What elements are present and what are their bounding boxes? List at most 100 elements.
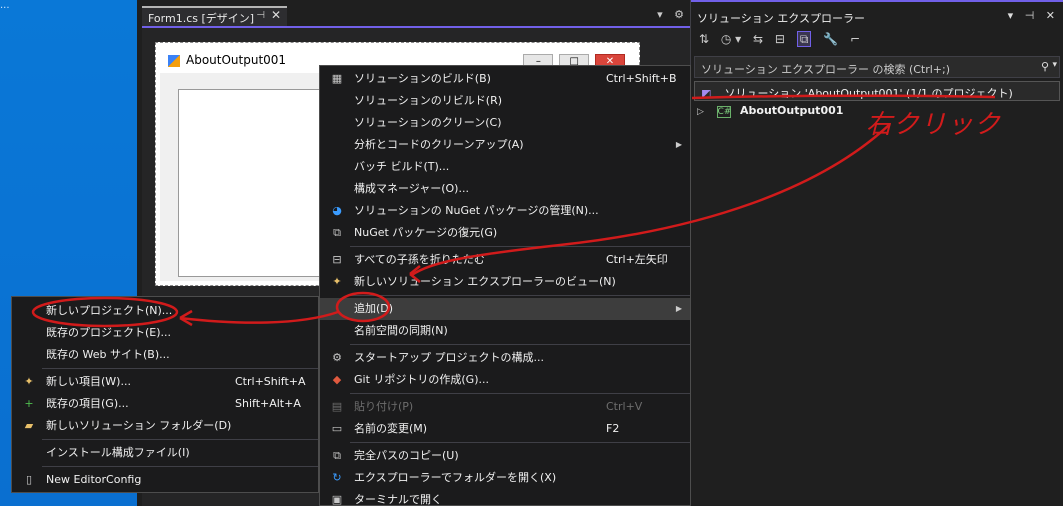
menu-item-configuration-manager[interactable]: 構成マネージャー(O)... bbox=[320, 178, 690, 200]
file-icon: ▯ bbox=[25, 473, 33, 486]
menu-item-label: 追加(D) bbox=[354, 302, 394, 315]
solution-explorer-header: ソリューション エクスプローラー ▾ ⊣ ✕ bbox=[691, 0, 1063, 28]
menu-item-startup-projects[interactable]: ⚙ スタートアップ プロジェクトの構成... bbox=[320, 347, 690, 369]
menu-item-shortcut: Ctrl+V bbox=[606, 400, 643, 413]
menu-item-create-git-repo[interactable]: ◆ Git リポジトリの作成(G)... bbox=[320, 369, 690, 391]
menu-item-batch-build[interactable]: バッチ ビルド(T)... bbox=[320, 156, 690, 178]
menu-item-label: ソリューションの NuGet パッケージの管理(N)... bbox=[354, 204, 599, 217]
menu-item-label: ソリューションのビルド(B) bbox=[354, 72, 491, 85]
menu-item-label: インストール構成ファイル(I) bbox=[46, 446, 190, 459]
menu-separator bbox=[350, 295, 690, 296]
document-tab-strip: Form1.cs [デザイン] ⊣ ✕ ▾ ⚙ bbox=[137, 6, 690, 26]
wrench-icon[interactable]: 🔧 bbox=[823, 32, 838, 46]
solution-icon: ◩ bbox=[701, 87, 712, 100]
build-icon: ▦ bbox=[331, 72, 343, 85]
menu-separator bbox=[350, 344, 690, 345]
open-folder-icon: ↻ bbox=[332, 471, 342, 484]
menu-item-label: 新しいプロジェクト(N)... bbox=[46, 304, 173, 317]
menu-item-new-editorconfig[interactable]: ▯ New EditorConfig bbox=[12, 469, 318, 491]
menu-item-new-item[interactable]: ✦ 新しい項目(W)... Ctrl+Shift+A bbox=[12, 371, 318, 393]
existing-item-icon: + bbox=[24, 397, 34, 410]
desktop-corner-text: ... bbox=[0, 0, 10, 11]
tab-form1-design[interactable]: Form1.cs [デザイン] ⊣ ✕ bbox=[142, 6, 287, 26]
form-title: AboutOutput001 bbox=[186, 53, 287, 67]
add-submenu: 新しいプロジェクト(N)... 既存のプロジェクト(E)... 既存の Web … bbox=[11, 296, 319, 493]
menu-separator bbox=[42, 368, 318, 369]
menu-item-paste[interactable]: ▤ 貼り付け(P) Ctrl+V bbox=[320, 396, 690, 418]
sync-icon[interactable]: ⇆ bbox=[753, 32, 763, 46]
menu-item-label: Git リポジトリの作成(G)... bbox=[354, 373, 489, 386]
menu-item-label: ソリューションのクリーン(C) bbox=[354, 116, 502, 129]
terminal-icon: ▣ bbox=[331, 493, 343, 506]
menu-item-label: 新しい項目(W)... bbox=[46, 375, 131, 388]
menu-item-install-config[interactable]: インストール構成ファイル(I) bbox=[12, 442, 318, 464]
menu-separator bbox=[350, 393, 690, 394]
nuget-icon: ◕ bbox=[332, 204, 342, 217]
search-options-icon[interactable]: ▾ bbox=[1052, 60, 1057, 70]
menu-item-new-explorer-view[interactable]: ✦ 新しいソリューション エクスプローラーのビュー(N) bbox=[320, 271, 690, 293]
tree-item-solution[interactable]: ◩ ソリューション 'AboutOutput001' (1/1 のプロジェクト) bbox=[694, 81, 1060, 101]
menu-separator bbox=[350, 442, 690, 443]
menu-item-label: 既存の Web サイト(B)... bbox=[46, 348, 170, 361]
submenu-arrow-icon: ▶ bbox=[675, 304, 682, 313]
menu-item-label: スタートアップ プロジェクトの構成... bbox=[354, 351, 544, 364]
menu-item-shortcut: F2 bbox=[606, 422, 620, 435]
gear-icon: ⚙ bbox=[332, 351, 342, 364]
expand-arrow-icon[interactable]: ▷ bbox=[697, 107, 713, 117]
menu-item-rebuild-solution[interactable]: ソリューションのリビルド(R) bbox=[320, 90, 690, 112]
menu-item-open-in-explorer[interactable]: ↻ エクスプローラーでフォルダーを開く(X) bbox=[320, 467, 690, 489]
form-textbox-control[interactable] bbox=[178, 89, 338, 277]
menu-item-collapse-all[interactable]: ⊟ すべての子孫を折りたたむ Ctrl+左矢印 bbox=[320, 249, 690, 271]
menu-item-label: 既存の項目(G)... bbox=[46, 397, 129, 410]
collapse-icon: ⊟ bbox=[332, 253, 342, 266]
menu-item-build-solution[interactable]: ▦ ソリューションのビルド(B) Ctrl+Shift+B bbox=[320, 68, 690, 90]
new-view-icon: ✦ bbox=[332, 275, 342, 288]
menu-item-shortcut: Ctrl+Shift+A bbox=[235, 375, 306, 388]
menu-item-label: 貼り付け(P) bbox=[354, 400, 414, 413]
search-input[interactable]: ソリューション エクスプローラー の検索 (Ctrl+;) bbox=[701, 63, 950, 76]
folder-icon: ▰ bbox=[24, 419, 34, 432]
pin-icon[interactable]: ⊣ bbox=[256, 10, 265, 21]
menu-separator bbox=[42, 439, 318, 440]
close-icon[interactable]: ✕ bbox=[271, 8, 281, 22]
solution-context-menu: ▦ ソリューションのビルド(B) Ctrl+Shift+B ソリューションのリビ… bbox=[319, 65, 691, 506]
menu-separator bbox=[350, 246, 690, 247]
menu-item-existing-project[interactable]: 既存のプロジェクト(E)... bbox=[12, 322, 318, 344]
menu-item-analyze-cleanup[interactable]: 分析とコードのクリーンアップ(A) ▶ bbox=[320, 134, 690, 156]
menu-item-label: 新しいソリューション エクスプローラーのビュー(N) bbox=[354, 275, 616, 288]
menu-item-restore-nuget[interactable]: ⧉ NuGet パッケージの復元(G) bbox=[320, 222, 690, 244]
menu-item-new-project[interactable]: 新しいプロジェクト(N)... bbox=[12, 300, 318, 322]
menu-item-add[interactable]: 追加(D) ▶ bbox=[320, 298, 690, 320]
menu-item-open-in-terminal[interactable]: ▣ ターミナルで開く bbox=[320, 489, 690, 506]
menu-item-label: New EditorConfig bbox=[46, 473, 142, 486]
switch-views-icon[interactable]: ⇅ bbox=[699, 32, 709, 46]
collapse-all-icon[interactable]: ⊟ bbox=[775, 32, 785, 46]
solution-explorer-search[interactable]: ソリューション エクスプローラー の検索 (Ctrl+;) ⚲ ▾ bbox=[694, 56, 1060, 78]
show-all-files-icon[interactable]: ⧉ bbox=[796, 31, 812, 47]
tab-dropdown-icon[interactable]: ▾ bbox=[657, 8, 663, 21]
chevron-down-icon[interactable]: ▾ bbox=[1008, 9, 1014, 22]
menu-item-existing-website[interactable]: 既存の Web サイト(B)... bbox=[12, 344, 318, 366]
pin-icon[interactable]: ⊣ bbox=[1025, 9, 1035, 22]
solution-explorer-title: ソリューション エクスプローラー bbox=[697, 12, 865, 25]
restore-icon: ⧉ bbox=[333, 226, 341, 239]
menu-item-label: 分析とコードのクリーンアップ(A) bbox=[354, 138, 524, 151]
menu-item-clean-solution[interactable]: ソリューションのクリーン(C) bbox=[320, 112, 690, 134]
gear-icon[interactable]: ⚙ bbox=[674, 8, 684, 21]
form-icon bbox=[168, 55, 180, 67]
menu-item-new-solution-folder[interactable]: ▰ 新しいソリューション フォルダー(D) bbox=[12, 415, 318, 437]
menu-item-copy-full-path[interactable]: ⧉ 完全パスのコピー(U) bbox=[320, 445, 690, 467]
menu-item-label: ソリューションのリビルド(R) bbox=[354, 94, 503, 107]
menu-item-shortcut: Shift+Alt+A bbox=[235, 397, 301, 410]
new-item-icon: ✦ bbox=[24, 375, 34, 388]
preview-icon[interactable]: ⌐ bbox=[850, 32, 860, 46]
menu-item-sync-namespaces[interactable]: 名前空間の同期(N) bbox=[320, 320, 690, 342]
tab-title: Form1.cs [デザイン] bbox=[148, 12, 255, 25]
menu-item-rename[interactable]: ▭ 名前の変更(M) F2 bbox=[320, 418, 690, 440]
annotation-right-click-text: 右クリック bbox=[866, 110, 1002, 140]
menu-item-manage-nuget[interactable]: ◕ ソリューションの NuGet パッケージの管理(N)... bbox=[320, 200, 690, 222]
search-icon[interactable]: ⚲ bbox=[1041, 60, 1049, 73]
close-icon[interactable]: ✕ bbox=[1046, 9, 1055, 22]
history-icon[interactable]: ◷ ▾ bbox=[721, 32, 741, 46]
menu-item-existing-item[interactable]: + 既存の項目(G)... Shift+Alt+A bbox=[12, 393, 318, 415]
